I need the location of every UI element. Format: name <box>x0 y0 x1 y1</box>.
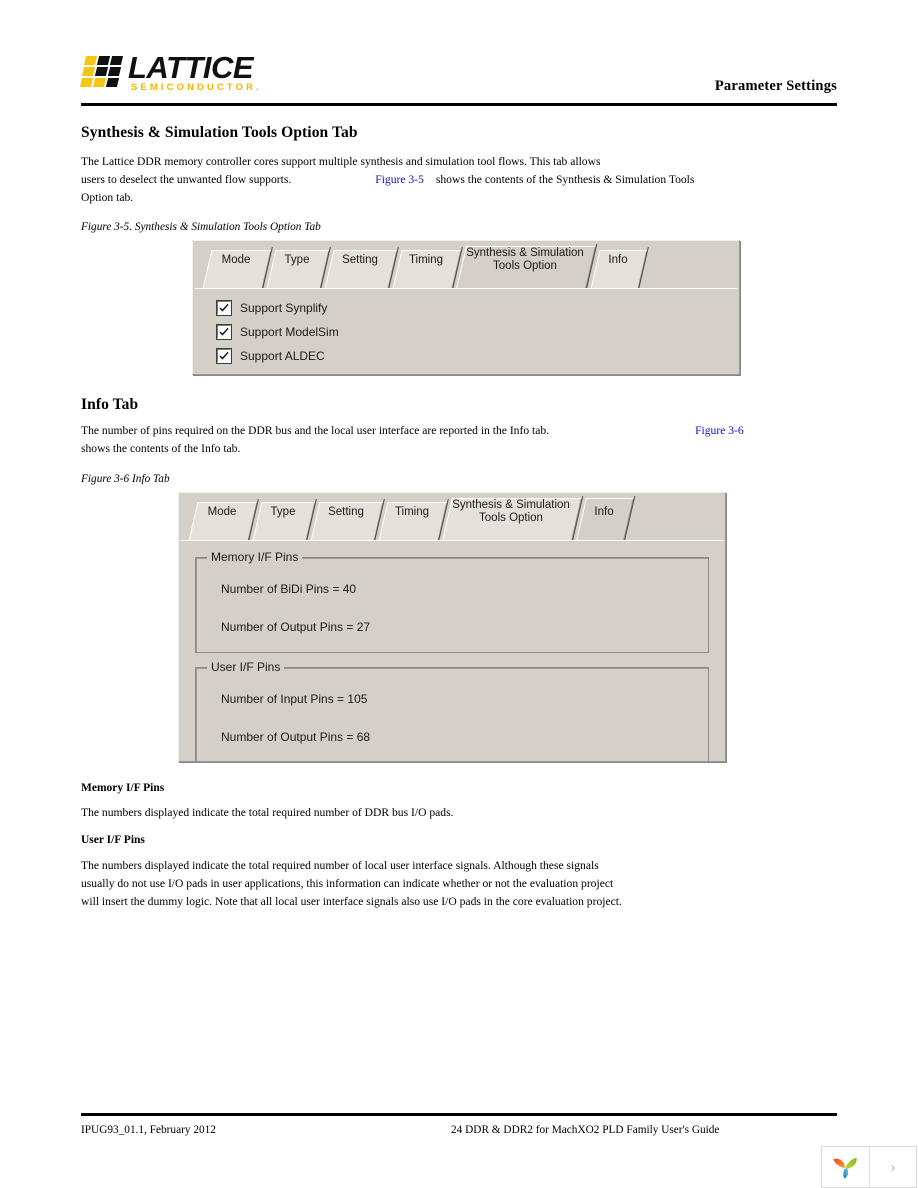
dialog-synthesis-simulation[interactable]: Mode Type Setting Timing Synthesis & Sim… <box>192 240 740 375</box>
paragraph-synthesis-line1: The Lattice DDR memory controller cores … <box>81 155 601 168</box>
figure-3-5-link[interactable]: Figure 3-5 <box>375 173 424 186</box>
checkbox-support-aldec[interactable] <box>216 348 232 364</box>
tab-setting-label: Setting <box>328 505 364 518</box>
leaf-logo-cell[interactable] <box>822 1147 869 1187</box>
lattice-logo-tagline: SEMICONDUCTOR. <box>131 82 262 93</box>
checkbox-support-modelsim[interactable] <box>216 324 232 340</box>
tab-info-label: Info <box>594 505 614 518</box>
tab-synthesis-simulation-tools-option-label: Synthesis & Simulation Tools Option <box>447 491 575 533</box>
memory-if-bidi-pins: Number of BiDi Pins = 40 <box>221 582 357 596</box>
paragraph-user-if-pins: The numbers displayed indicate the total… <box>81 857 841 912</box>
tab-label-line2: Tools Option <box>479 512 543 524</box>
groupbox-memory-if-pins: Memory I/F Pins Number of BiDi Pins = 40… <box>195 550 709 653</box>
lattice-logo: LATTICE SEMICONDUCTOR. <box>79 50 276 96</box>
tab-mode-label: Mode <box>221 253 251 266</box>
tabpanel-info: Memory I/F Pins Number of BiDi Pins = 40… <box>181 540 723 763</box>
tab-type-label: Type <box>270 505 296 518</box>
figure-caption-3-5: Figure 3-5. Synthesis & Simulation Tools… <box>81 221 321 233</box>
groupbox-user-if-pins: User I/F Pins Number of Input Pins = 105… <box>195 660 709 763</box>
tab-timing-label: Timing <box>408 253 444 266</box>
viewer-toolbar-widget[interactable]: › <box>821 1146 917 1188</box>
memory-if-output-pins: Number of Output Pins = 27 <box>221 620 371 634</box>
tab-type-label: Type <box>284 253 310 266</box>
checkbox-support-synplify[interactable] <box>216 300 232 316</box>
paragraph-info-line1: The number of pins required on the DDR b… <box>81 424 550 437</box>
tab-label-line1: Synthesis & Simulation <box>452 499 570 511</box>
tab-label-line1: Synthesis & Simulation <box>466 247 584 259</box>
leaf-logo-icon <box>833 1157 857 1179</box>
paragraph-memory-if-pins: The numbers displayed indicate the total… <box>81 806 454 819</box>
heading-memory-if-pins: Memory I/F Pins <box>81 782 165 794</box>
tab-label-line2: Tools Option <box>493 260 557 272</box>
checkbox-support-modelsim-label: Support ModelSim <box>240 325 339 339</box>
paragraph-user-if-line1: The numbers displayed indicate the total… <box>81 859 599 872</box>
heading-info-tab: Info Tab <box>81 396 139 413</box>
header-rule <box>81 103 837 106</box>
dialog-info[interactable]: Mode Type Setting Timing Synthesis & Sim… <box>178 491 726 763</box>
footer-left: IPUG93_01.1, February 2012 <box>81 1124 216 1136</box>
lattice-logo-wordmark: LATTICE <box>128 50 254 85</box>
groupbox-memory-if-pins-title: Memory I/F Pins <box>207 550 303 564</box>
paragraph-user-if-line3: will insert the dummy logic. Note that a… <box>81 895 622 909</box>
checkbox-support-synplify-label: Support Synplify <box>240 301 328 315</box>
next-page-button[interactable]: › <box>869 1147 916 1187</box>
paragraph-user-if-line2: usually do not use I/O pads in user appl… <box>81 877 614 891</box>
lattice-logo-mark <box>79 56 125 89</box>
tabstrip-info: Mode Type Setting Timing Synthesis & Sim… <box>179 491 725 542</box>
groupbox-user-if-pins-title: User I/F Pins <box>207 660 285 674</box>
checkbox-support-aldec-label: Support ALDEC <box>240 349 325 363</box>
user-if-output-pins: Number of Output Pins = 68 <box>221 730 371 744</box>
tab-synthesis-simulation-tools-option-label: Synthesis & Simulation Tools Option <box>461 239 589 281</box>
paragraph-synthesis-line2b: shows the contents of the Synthesis & Si… <box>435 173 695 187</box>
user-if-input-pins: Number of Input Pins = 105 <box>221 692 368 706</box>
paragraph-synthesis: The Lattice DDR memory controller cores … <box>81 153 841 208</box>
checkbox-row-support-synplify[interactable]: Support Synplify <box>216 300 328 316</box>
tab-info-label: Info <box>608 253 628 266</box>
tab-timing-label: Timing <box>394 505 430 518</box>
figure-3-6-link[interactable]: Figure 3-6 <box>695 424 744 437</box>
paragraph-synthesis-line3: Option tab. <box>81 191 134 205</box>
paragraph-info-line2: shows the contents of the Info tab. <box>81 442 241 456</box>
footer-center: 24 DDR & DDR2 for MachXO2 PLD Family Use… <box>451 1124 720 1136</box>
paragraph-synthesis-line2a: users to deselect the unwanted flow supp… <box>81 173 292 187</box>
checkbox-row-support-aldec[interactable]: Support ALDEC <box>216 348 325 364</box>
tab-setting-label: Setting <box>342 253 378 266</box>
paragraph-info: The number of pins required on the DDR b… <box>81 422 841 458</box>
header-title: Parameter Settings <box>714 78 837 94</box>
tabpanel-synthesis: Support Synplify Support ModelSim Suppor… <box>195 288 737 372</box>
footer-rule <box>81 1113 837 1116</box>
heading-synthesis-tab: Synthesis & Simulation Tools Option Tab <box>81 124 358 141</box>
page-header: LATTICE SEMICONDUCTOR. Parameter Setting… <box>79 50 837 110</box>
tabstrip-synthesis: Mode Type Setting Timing Synthesis & Sim… <box>193 239 739 290</box>
document-page: LATTICE SEMICONDUCTOR. Parameter Setting… <box>0 0 918 1188</box>
chevron-right-icon: › <box>890 1158 896 1176</box>
figure-caption-3-6: Figure 3-6 Info Tab <box>81 473 170 485</box>
checkbox-row-support-modelsim[interactable]: Support ModelSim <box>216 324 339 340</box>
heading-user-if-pins: User I/F Pins <box>81 834 145 846</box>
tab-mode-label: Mode <box>207 505 237 518</box>
